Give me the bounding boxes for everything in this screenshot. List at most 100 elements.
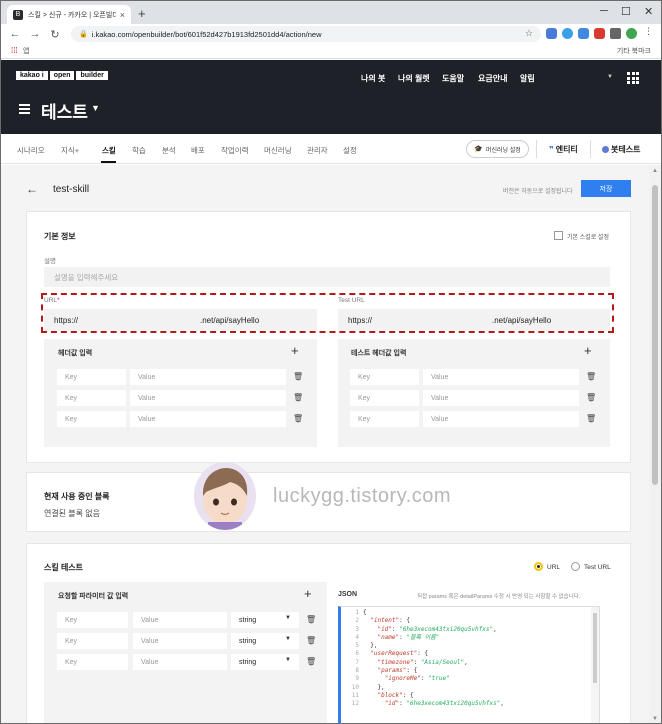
test-header-key-input[interactable]: Key [350,390,419,406]
json-scrollbar[interactable] [591,607,599,723]
header-key-input[interactable]: Key [57,411,126,427]
param-type-value: string [239,616,257,624]
tab-machine-learning[interactable]: 머신러닝 [264,145,292,156]
entity-button[interactable]: ❞ 엔티티 [549,144,578,155]
trash-icon[interactable]: 🗑 [293,393,303,402]
more-menu-icon[interactable]: ⋮ [644,26,655,37]
translate-ext-icon[interactable] [546,28,557,39]
bot-title[interactable]: 테스트 [41,98,88,123]
page-scrollbar[interactable]: ▲ ▼ [649,165,661,723]
test-header-panel-title: 테스트 헤더값 입력 [351,350,407,357]
nav-my-wallet[interactable]: 나의 월렛 [398,73,430,84]
trash-icon[interactable]: 🗑 [293,414,303,423]
chevron-down-icon: ▼ [285,636,291,642]
trash-icon[interactable]: 🗑 [293,372,303,381]
param-value-input[interactable]: Value [133,612,227,628]
add-test-header-icon[interactable]: + [584,344,592,357]
default-skill-checkbox[interactable] [554,231,563,240]
description-input[interactable]: 설명을 입력해주세요 [44,267,610,287]
nav-pricing[interactable]: 요금안내 [478,73,507,84]
trash-icon[interactable]: 🗑 [586,372,596,381]
trash-icon[interactable]: 🗑 [586,393,596,402]
profile-avatar[interactable] [626,28,637,39]
puzzle-ext-icon[interactable] [610,28,621,39]
close-window-button[interactable]: ✕ [644,5,653,18]
param-type-select[interactable]: string ▼ [231,633,299,649]
reload-icon[interactable]: ↻ [49,28,61,41]
tab-skill[interactable]: 스킬 [102,145,116,156]
tab-title: 스킬 > 신규 - 카카오 | 오픈빌더 [28,11,116,19]
test-header-value-input[interactable]: Value [423,369,579,385]
tab-history[interactable]: 작업이력 [221,145,249,156]
description-label: 설명 [44,258,56,265]
back-arrow-icon[interactable]: ← [26,182,38,196]
machine-learning-settings-button[interactable]: 🎓 머신러닝 설정 [466,140,529,158]
trash-icon[interactable]: 🗑 [586,414,596,423]
json-editor[interactable]: 1 2 3 4 5 6 7 8 9 10 11 12 { "intent": { "id": "6he… [338,606,600,723]
scroll-down-icon[interactable]: ▼ [652,716,658,722]
sub-navigation: 시나리오 지식+ 스킬 학습 분석 배포 작업이력 머신러닝 관리자 설정 🎓 … [1,134,661,164]
radio-test-url[interactable] [571,562,580,571]
param-value-input[interactable]: Value [133,654,227,670]
forward-arrow-icon[interactable]: → [29,28,41,40]
back-arrow-icon[interactable]: ← [9,28,21,40]
scroll-thumb[interactable] [652,185,658,485]
blue-ext-icon[interactable] [578,28,589,39]
trash-icon[interactable]: 🗑 [306,615,316,624]
chat-ext-icon[interactable] [562,28,573,39]
radio-url[interactable] [534,562,543,571]
test-header-value-input[interactable]: Value [423,411,579,427]
apps-grid-icon[interactable]: ⁞⁞⁞ [11,46,18,55]
trash-icon[interactable]: 🗑 [306,636,316,645]
browser-window: B 스킬 > 신규 - 카카오 | 오픈빌더 × + ─ ☐ ✕ ← → ↻ 🔒… [0,0,662,724]
tab-scenario[interactable]: 시나리오 [17,145,45,156]
json-line: "ignoreMe": "true" [384,675,450,683]
maximize-button[interactable]: ☐ [621,5,631,18]
param-type-select[interactable]: string ▼ [231,654,299,670]
header-value-input[interactable]: Value [130,411,286,427]
param-type-select[interactable]: string ▼ [231,612,299,628]
scroll-up-icon[interactable]: ▲ [652,168,658,174]
test-header-value-input[interactable]: Value [423,390,579,406]
account-dropdown-icon[interactable]: ▼ [607,74,613,80]
test-header-key-input[interactable]: Key [350,369,419,385]
minimize-button[interactable]: ─ [600,5,608,17]
test-header-key-input[interactable]: Key [350,411,419,427]
param-key-input[interactable]: Key [57,654,128,670]
url-input[interactable]: 🔒 i.kakao.com/openbuilder/bot/601f52d427… [71,26,541,42]
browser-tab[interactable]: B 스킬 > 신규 - 카카오 | 오픈빌더 × [7,5,131,24]
divider [536,140,537,158]
tab-analytics[interactable]: 분석 [162,145,176,156]
bot-dropdown-icon[interactable]: ▼ [91,103,100,113]
tab-admin[interactable]: 관리자 [307,145,328,156]
nav-help[interactable]: 도움말 [442,73,464,84]
add-header-icon[interactable]: + [291,344,299,357]
new-tab-button[interactable]: + [138,6,146,21]
header-key-input[interactable]: Key [57,369,126,385]
tab-settings[interactable]: 설정 [343,145,357,156]
nav-my-bot[interactable]: 나의 봇 [361,73,385,84]
save-button[interactable]: 저장 [581,180,631,197]
hamburger-menu-icon[interactable] [19,104,30,116]
nav-notifications[interactable]: 알림 [520,73,535,84]
bookmark-star-icon[interactable]: ☆ [525,28,533,39]
tab-deploy[interactable]: 배포 [191,145,205,156]
tab-training[interactable]: 학습 [132,145,146,156]
bot-test-button[interactable]: 봇테스트 [602,144,640,155]
app-grid-icon[interactable] [627,72,639,84]
tab-knowledge[interactable]: 지식+ [61,145,79,156]
close-tab-icon[interactable]: × [120,10,125,20]
header-value-input[interactable]: Value [130,390,286,406]
bookmark-apps[interactable]: 앱 [23,46,29,56]
red-ext-icon[interactable] [594,28,605,39]
json-line: "params": { [377,667,418,675]
header-key-input[interactable]: Key [57,390,126,406]
header-value-input[interactable]: Value [130,369,286,385]
kakao-openbuilder-logo[interactable]: kakao i open builder [16,71,108,80]
trash-icon[interactable]: 🗑 [306,657,316,666]
param-key-input[interactable]: Key [57,633,128,649]
param-key-input[interactable]: Key [57,612,128,628]
bookmark-other[interactable]: 기타 북마크 [617,46,651,56]
param-value-input[interactable]: Value [133,633,227,649]
add-param-icon[interactable]: + [304,587,312,600]
